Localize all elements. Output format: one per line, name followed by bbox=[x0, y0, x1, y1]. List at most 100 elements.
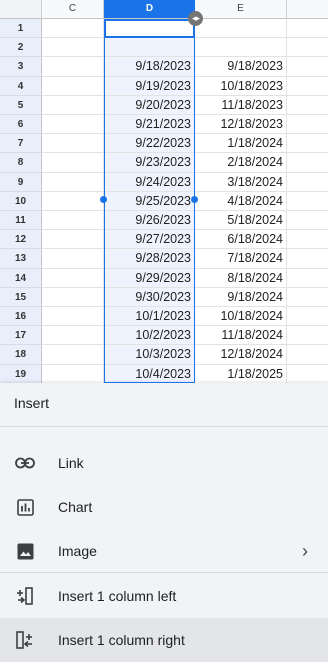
cell-c[interactable] bbox=[42, 364, 104, 383]
active-cell-d1[interactable] bbox=[104, 19, 195, 38]
cell-d[interactable]: 9/20/2023 bbox=[104, 95, 195, 115]
cell-f[interactable] bbox=[287, 269, 328, 288]
cell-c[interactable] bbox=[42, 57, 104, 77]
cell-c[interactable] bbox=[42, 172, 104, 192]
selection-handle-right[interactable] bbox=[191, 196, 198, 203]
cell-f[interactable] bbox=[287, 230, 328, 250]
cell-f[interactable] bbox=[287, 77, 328, 96]
selection-handle-left[interactable] bbox=[100, 196, 107, 203]
column-header-c[interactable]: C bbox=[42, 0, 104, 19]
cell-d[interactable]: 10/3/2023 bbox=[104, 345, 195, 365]
menu-item-image[interactable]: Image › bbox=[0, 529, 328, 573]
row-number[interactable]: 4 bbox=[0, 76, 42, 96]
row-number[interactable]: 14 bbox=[0, 268, 42, 288]
cell-c[interactable] bbox=[42, 95, 104, 115]
cell-e[interactable]: 10/18/2024 bbox=[195, 307, 287, 327]
cell-e[interactable]: 10/18/2023 bbox=[195, 76, 287, 96]
cell-e[interactable] bbox=[195, 38, 287, 58]
cell-d[interactable]: 9/28/2023 bbox=[104, 249, 195, 269]
cell-f[interactable] bbox=[287, 365, 328, 383]
cell-e[interactable]: 12/18/2024 bbox=[195, 345, 287, 365]
row-number[interactable]: 9 bbox=[0, 172, 42, 192]
row-number[interactable]: 10 bbox=[0, 191, 42, 211]
cell-e[interactable]: 5/18/2024 bbox=[195, 211, 287, 231]
cell-f[interactable] bbox=[287, 211, 328, 231]
select-all-corner[interactable] bbox=[0, 0, 42, 19]
cell-e[interactable]: 9/18/2023 bbox=[195, 57, 287, 77]
row-number[interactable]: 1 bbox=[0, 19, 42, 39]
row-number[interactable]: 6 bbox=[0, 115, 42, 135]
cell-f[interactable] bbox=[287, 288, 328, 307]
cell-e[interactable]: 6/18/2024 bbox=[195, 230, 287, 250]
cell-c[interactable] bbox=[42, 153, 104, 173]
cell-c[interactable] bbox=[42, 191, 104, 211]
cell-c[interactable] bbox=[42, 307, 104, 327]
cell-f[interactable] bbox=[287, 19, 328, 39]
cell-e[interactable]: 1/18/2024 bbox=[195, 134, 287, 154]
row-number[interactable]: 18 bbox=[0, 345, 42, 365]
row-number[interactable]: 12 bbox=[0, 230, 42, 250]
cell-c[interactable] bbox=[42, 249, 104, 269]
cell-f[interactable] bbox=[287, 307, 328, 327]
cell-c[interactable] bbox=[42, 19, 104, 39]
cell-f[interactable] bbox=[287, 57, 328, 77]
column-header-f[interactable] bbox=[287, 0, 328, 19]
row-number[interactable]: 7 bbox=[0, 134, 42, 154]
column-header-e[interactable]: E bbox=[195, 0, 287, 19]
cell-f[interactable] bbox=[287, 38, 328, 58]
cell-f[interactable] bbox=[287, 96, 328, 115]
cell-f[interactable] bbox=[287, 153, 328, 173]
menu-item-chart[interactable]: Chart bbox=[0, 485, 328, 529]
cell-f[interactable] bbox=[287, 173, 328, 192]
cell-d[interactable]: 9/21/2023 bbox=[104, 115, 195, 135]
row-number[interactable]: 2 bbox=[0, 38, 42, 58]
cell-f[interactable] bbox=[287, 134, 328, 154]
cell-c[interactable] bbox=[42, 345, 104, 365]
cell-e[interactable]: 4/18/2024 bbox=[195, 191, 287, 211]
cell-e[interactable]: 11/18/2024 bbox=[195, 326, 287, 346]
cell-f[interactable] bbox=[287, 192, 328, 211]
cell-c[interactable] bbox=[42, 230, 104, 250]
row-number[interactable]: 17 bbox=[0, 326, 42, 346]
column-header-d[interactable]: D bbox=[104, 0, 195, 19]
cell-d[interactable]: 9/27/2023 bbox=[104, 230, 195, 250]
cell-e[interactable]: 1/18/2025 bbox=[195, 364, 287, 383]
cell-d[interactable] bbox=[104, 38, 195, 58]
cell-f[interactable] bbox=[287, 249, 328, 269]
cell-f[interactable] bbox=[287, 326, 328, 346]
cell-c[interactable] bbox=[42, 76, 104, 96]
cell-c[interactable] bbox=[42, 134, 104, 154]
cell-e[interactable]: 7/18/2024 bbox=[195, 249, 287, 269]
menu-item-insert-column-right[interactable]: Insert 1 column right bbox=[0, 618, 328, 662]
row-number[interactable]: 16 bbox=[0, 307, 42, 327]
row-number[interactable]: 15 bbox=[0, 287, 42, 307]
cell-e[interactable]: 2/18/2024 bbox=[195, 153, 287, 173]
cell-d[interactable]: 9/22/2023 bbox=[104, 134, 195, 154]
cell-e[interactable]: 12/18/2023 bbox=[195, 115, 287, 135]
cell-d[interactable]: 9/23/2023 bbox=[104, 153, 195, 173]
cell-e[interactable] bbox=[195, 19, 287, 39]
cell-d[interactable]: 10/1/2023 bbox=[104, 307, 195, 327]
cell-c[interactable] bbox=[42, 268, 104, 288]
cell-d[interactable]: 9/25/2023 bbox=[104, 191, 195, 211]
column-resize-handle[interactable]: ◂▸ bbox=[188, 11, 203, 26]
cell-d[interactable]: 9/18/2023 bbox=[104, 57, 195, 77]
row-number[interactable]: 19 bbox=[0, 364, 42, 383]
cell-c[interactable] bbox=[42, 38, 104, 58]
cell-d[interactable]: 10/4/2023 bbox=[104, 364, 195, 383]
cell-d[interactable]: 9/29/2023 bbox=[104, 268, 195, 288]
cell-e[interactable]: 3/18/2024 bbox=[195, 172, 287, 192]
cell-f[interactable] bbox=[287, 115, 328, 135]
cell-d[interactable]: 9/19/2023 bbox=[104, 76, 195, 96]
cell-c[interactable] bbox=[42, 115, 104, 135]
cell-e[interactable]: 8/18/2024 bbox=[195, 268, 287, 288]
cell-e[interactable]: 9/18/2024 bbox=[195, 287, 287, 307]
menu-item-insert-column-left[interactable]: Insert 1 column left bbox=[0, 574, 328, 618]
cell-d[interactable]: 9/26/2023 bbox=[104, 211, 195, 231]
row-number[interactable]: 13 bbox=[0, 249, 42, 269]
cell-d[interactable]: 9/30/2023 bbox=[104, 287, 195, 307]
row-number[interactable]: 11 bbox=[0, 211, 42, 231]
cell-c[interactable] bbox=[42, 287, 104, 307]
cell-c[interactable] bbox=[42, 211, 104, 231]
cell-d[interactable]: 10/2/2023 bbox=[104, 326, 195, 346]
